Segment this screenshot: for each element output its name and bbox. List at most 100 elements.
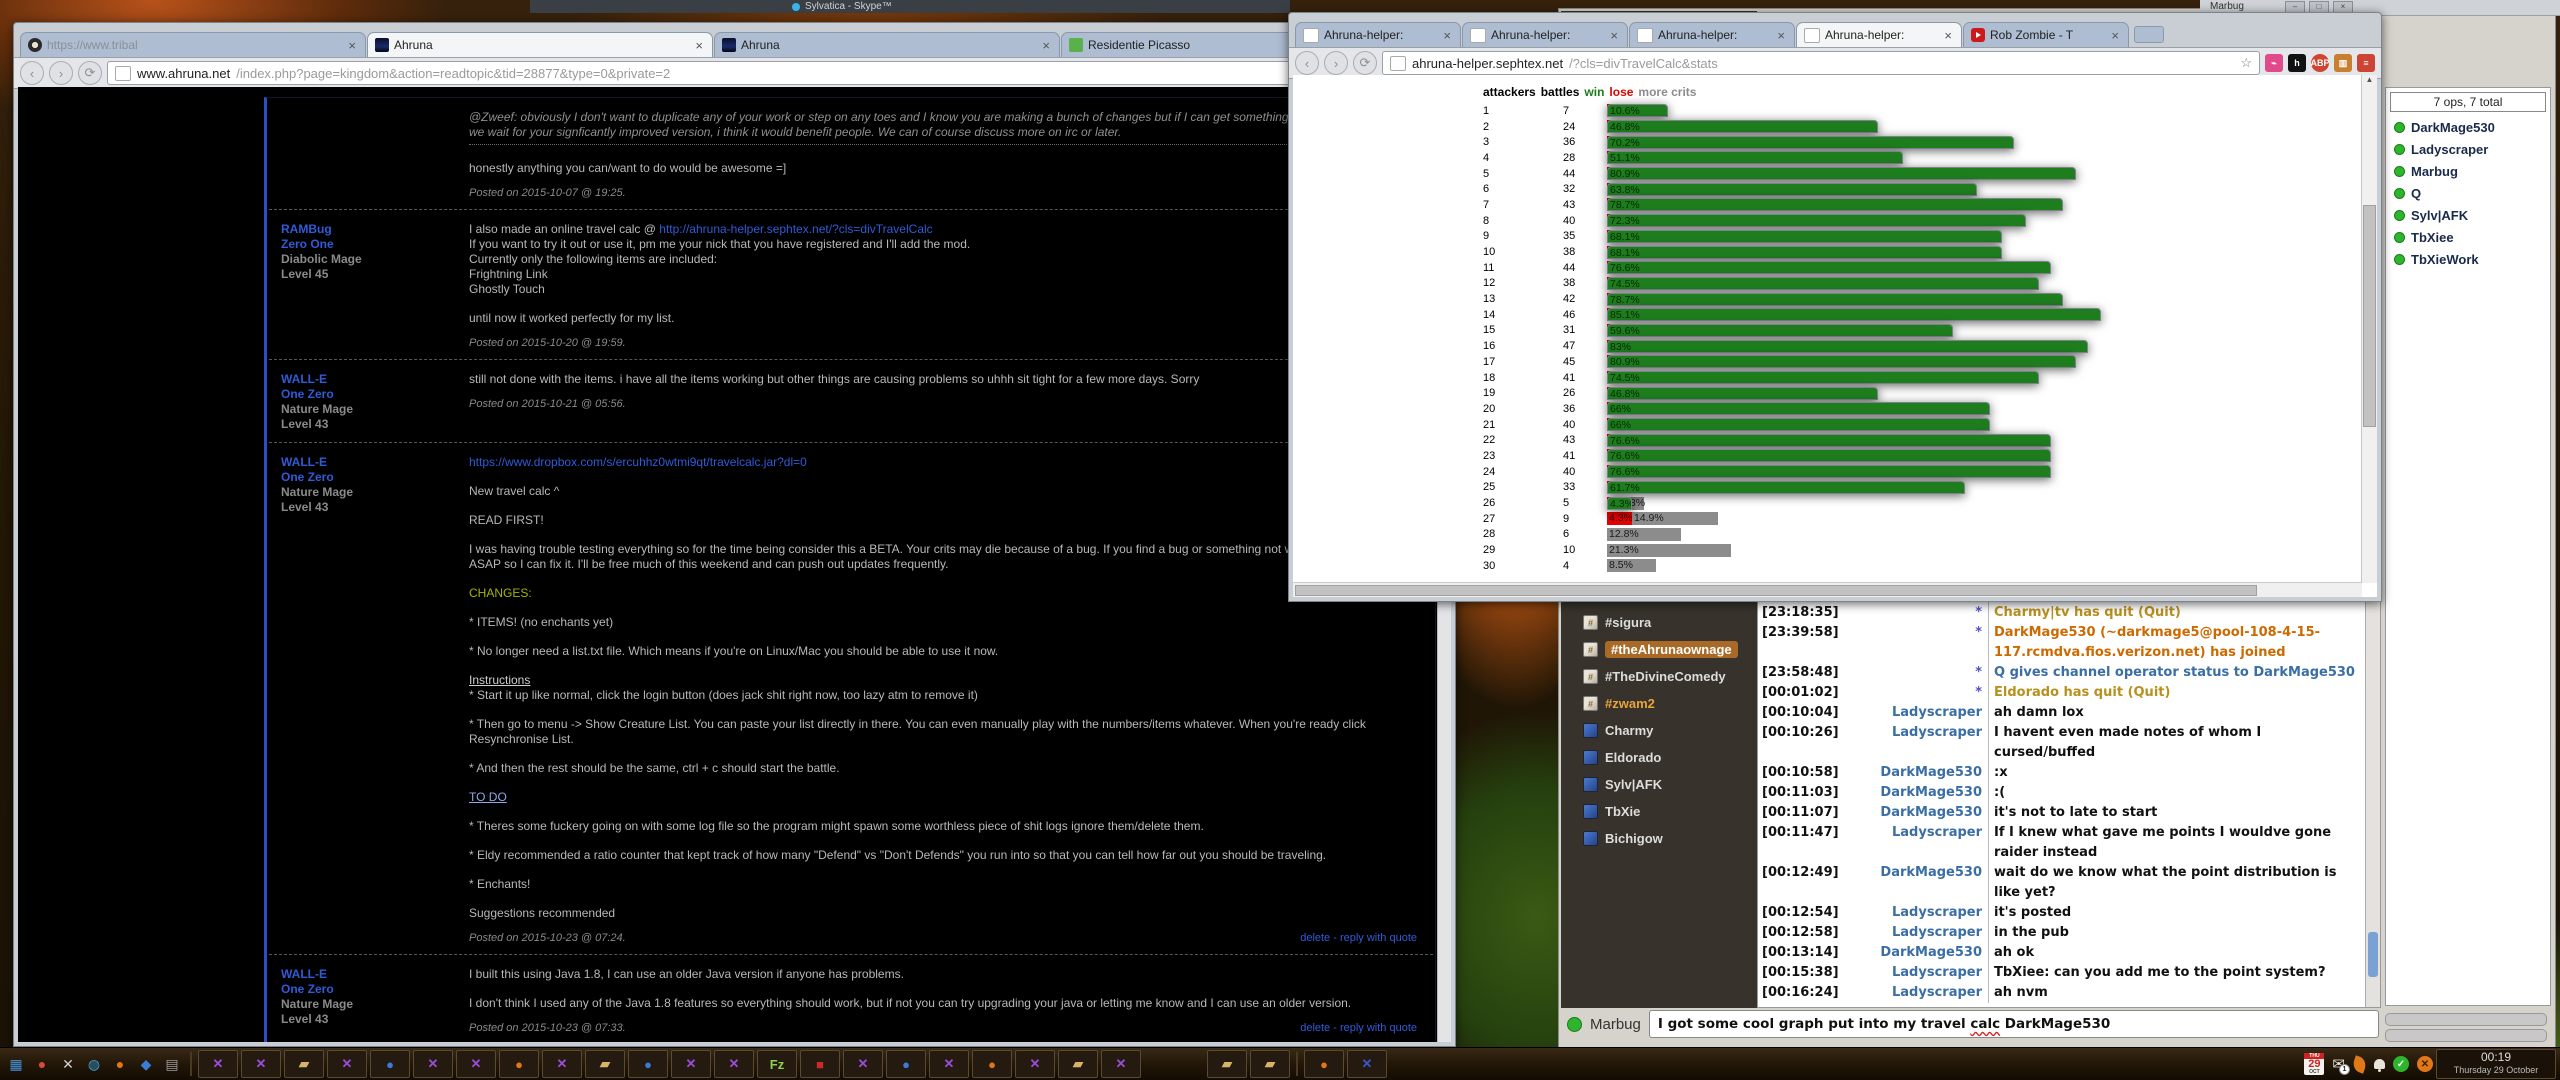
alert-tray-icon[interactable]: ✕ <box>2417 1056 2433 1072</box>
browser-tab[interactable]: Ahruna-helper: × <box>1462 22 1628 47</box>
browser-tab[interactable]: Ahruna-helper: × <box>1796 22 1962 47</box>
taskbar-window-button[interactable]: ✕ <box>198 1050 238 1078</box>
query-item[interactable]: Sylv|AFK <box>1561 771 1757 798</box>
notification-bell-icon[interactable] <box>2374 1059 2385 1069</box>
browser-menu-icon[interactable]: ≡ <box>2357 54 2375 72</box>
post-actions[interactable]: delete - reply with quote <box>1300 1021 1417 1036</box>
channel-item[interactable]: ##TheDivineComedy <box>1561 663 1757 690</box>
address-bar[interactable]: www.ahruna.net/index.php?page=kingdom&ac… <box>107 61 1449 85</box>
tab-close-icon[interactable]: × <box>346 38 358 53</box>
taskbar-window-button[interactable]: ✕ <box>671 1050 711 1078</box>
channel-item[interactable]: ##theAhrunaownage <box>1561 636 1757 663</box>
extension-icon-amber[interactable]: ▥ <box>2334 54 2352 72</box>
taskbar-window-button[interactable]: ● <box>370 1050 410 1078</box>
address-bar[interactable]: ahruna-helper.sephtex.net/?cls=divTravel… <box>1382 51 2260 75</box>
horizontal-scrollbar-thumb[interactable] <box>1295 585 2257 596</box>
post-actions[interactable]: delete - reply with quote <box>1300 931 1417 946</box>
back-button[interactable]: ‹ <box>1295 51 1319 75</box>
user-list-item[interactable]: Ladyscraper <box>2386 138 2550 160</box>
taskbar-window-button[interactable]: ● <box>972 1050 1012 1078</box>
tab-close-icon[interactable]: × <box>1040 38 1052 53</box>
horizontal-scrollbar[interactable] <box>1293 582 2362 597</box>
vertical-scrollbar-thumb[interactable] <box>2363 205 2376 427</box>
post-author-name[interactable]: WALL-E <box>281 455 459 470</box>
taskbar-window-button[interactable]: ✕ <box>327 1050 367 1078</box>
user-list-item[interactable]: TbXieWork <box>2386 248 2550 270</box>
skype-icon[interactable]: ◆ <box>134 1052 158 1076</box>
browser-tab[interactable]: https://www.tribal× <box>20 32 366 57</box>
forward-button[interactable]: › <box>1324 51 1348 75</box>
query-item[interactable]: Bichigow <box>1561 825 1757 852</box>
post-author-kingdom[interactable]: One Zero <box>281 982 459 997</box>
chat-scrollbar-thumb[interactable] <box>2368 932 2378 977</box>
calendar-tray-icon[interactable]: THU 29 OCT <box>2304 1053 2324 1075</box>
taskbar-window-button[interactable]: ✕ <box>413 1050 453 1078</box>
extension-icon-share[interactable]: ⌁ <box>2265 54 2283 72</box>
globe-icon[interactable]: ◍ <box>82 1052 106 1076</box>
extension-icon-h[interactable]: h <box>2288 54 2306 72</box>
taskbar-window-button[interactable]: ■ <box>800 1050 840 1078</box>
tab-close-icon[interactable]: × <box>1608 28 1620 43</box>
vertical-scrollbar[interactable]: ▲ <box>2361 75 2377 583</box>
firefox-icon[interactable]: ● <box>108 1052 132 1076</box>
taskbar-window-button[interactable]: ✕ <box>1347 1050 1387 1078</box>
tab-close-icon[interactable]: × <box>1775 28 1787 43</box>
taskbar-window-button[interactable]: ● <box>886 1050 926 1078</box>
taskbar-window-button[interactable]: ● <box>499 1050 539 1078</box>
query-item[interactable]: TbXie <box>1561 798 1757 825</box>
post-author-kingdom[interactable]: One Zero <box>281 387 459 402</box>
taskbar-window-button[interactable]: Fz <box>757 1050 797 1078</box>
taskbar-window-button[interactable]: ▰ <box>1207 1050 1247 1078</box>
irc-message-input[interactable]: I got some cool graph put into my travel… <box>1649 1010 2379 1038</box>
post-line[interactable]: https://www.dropbox.com/s/ercuhhz0wtmi9q… <box>469 455 1417 470</box>
browser-icon[interactable]: ● <box>30 1052 54 1076</box>
post-author-kingdom[interactable]: One Zero <box>281 470 459 485</box>
post-author-name[interactable]: WALL-E <box>281 372 459 387</box>
tab-close-icon[interactable]: × <box>2109 28 2121 43</box>
update-ok-tray-icon[interactable]: ✓ <box>2393 1056 2409 1072</box>
post-author-name[interactable]: RAMBug <box>281 222 459 237</box>
taskbar-window-button[interactable]: ✕ <box>843 1050 883 1078</box>
taskbar-window-button[interactable]: ✕ <box>241 1050 281 1078</box>
post-link[interactable]: http://ahruna-helper.sephtex.net/?cls=di… <box>659 222 932 236</box>
irc-scrollbar-horizontal[interactable] <box>2385 1013 2547 1026</box>
leaf-tray-icon[interactable] <box>2351 1055 2368 1074</box>
user-list-item[interactable]: Sylv|AFK <box>2386 204 2550 226</box>
tab-close-icon[interactable]: × <box>1441 28 1453 43</box>
post-author-kingdom[interactable]: Zero One <box>281 237 459 252</box>
reload-button[interactable]: ⟳ <box>1353 51 1377 75</box>
irc-scrollbar-horizontal-2[interactable] <box>2385 1029 2547 1042</box>
user-list-item[interactable]: Q <box>2386 182 2550 204</box>
user-list-item[interactable]: TbXiee <box>2386 226 2550 248</box>
taskbar-window-button[interactable]: ▰ <box>585 1050 625 1078</box>
clock[interactable]: 00:19 Thursday 29 October <box>2436 1049 2556 1079</box>
adblock-plus-icon[interactable]: ABP <box>2311 54 2329 72</box>
back-button[interactable]: ‹ <box>20 61 44 85</box>
taskbar-window-button[interactable]: ✕ <box>1015 1050 1055 1078</box>
terminal-icon[interactable]: ▤ <box>160 1052 184 1076</box>
taskbar-window-button[interactable]: ✕ <box>929 1050 969 1078</box>
tab-close-icon[interactable]: × <box>693 38 705 53</box>
taskbar-window-button[interactable]: ✕ <box>1101 1050 1141 1078</box>
browser-tab[interactable]: Ahruna-helper: × <box>1629 22 1795 47</box>
taskbar-window-button[interactable]: ● <box>1304 1050 1344 1078</box>
forward-button[interactable]: › <box>49 61 73 85</box>
taskbar-window-button[interactable]: ▰ <box>1058 1050 1098 1078</box>
taskbar-window-button[interactable]: ✕ <box>714 1050 754 1078</box>
channel-item[interactable]: ##zwam2 <box>1561 690 1757 717</box>
taskbar-window-button[interactable]: ✕ <box>456 1050 496 1078</box>
new-tab-button[interactable] <box>2134 26 2164 43</box>
query-item[interactable]: Eldorado <box>1561 744 1757 771</box>
user-list-item[interactable]: Marbug <box>2386 160 2550 182</box>
taskbar-window-button[interactable]: ▰ <box>1250 1050 1290 1078</box>
channel-item[interactable]: ##sigura <box>1561 609 1757 636</box>
mail-tray-icon[interactable]: ✉1 <box>2332 1055 2345 1073</box>
app-launcher-icon[interactable]: ▦ <box>4 1052 28 1076</box>
browser-tab[interactable]: Rob Zombie - T× <box>1963 22 2129 47</box>
tab-close-icon[interactable]: × <box>1942 28 1954 43</box>
xchat-icon[interactable]: ✕ <box>56 1052 80 1076</box>
post-author-name[interactable]: WALL-E <box>281 967 459 982</box>
query-item[interactable]: Charmy <box>1561 717 1757 744</box>
taskbar-window-button[interactable]: ▰ <box>284 1050 324 1078</box>
browser-tab[interactable]: Ahruna-helper: × <box>1295 22 1461 47</box>
